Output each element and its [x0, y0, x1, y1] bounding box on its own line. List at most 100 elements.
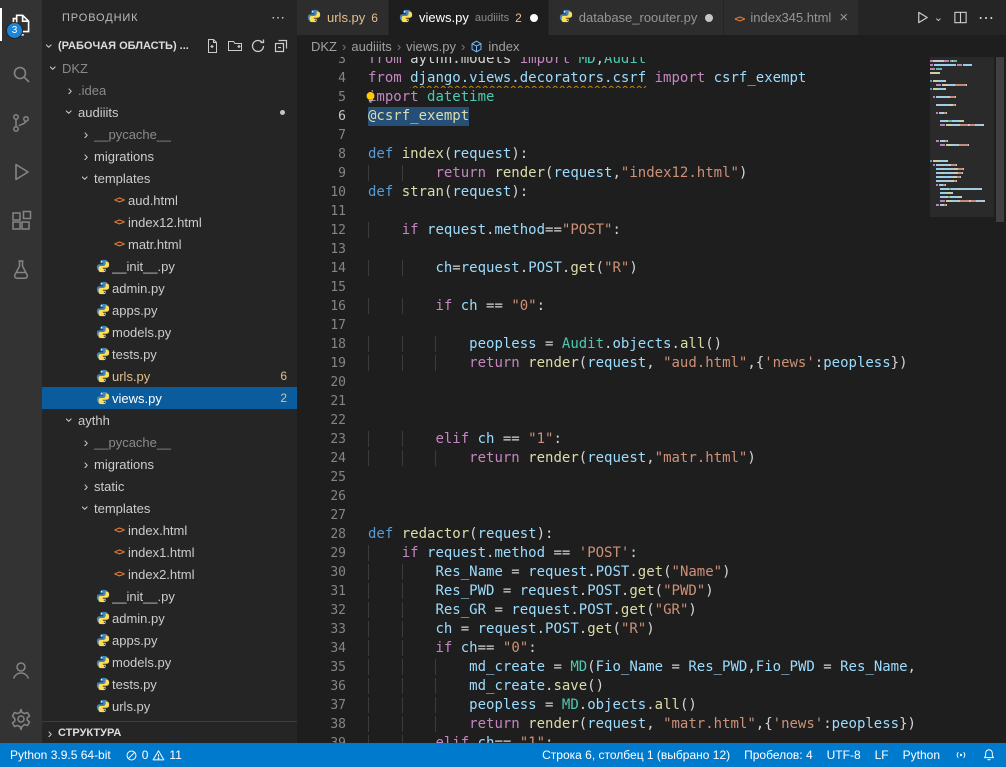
tree-item-apps.py[interactable]: apps.py [42, 629, 297, 651]
tree-item-__pycache__[interactable]: ›__pycache__ [42, 123, 297, 145]
tree-item-templates[interactable]: ›templates [42, 497, 297, 519]
activity-extensions-icon[interactable] [0, 196, 42, 245]
code-line[interactable]: 7 [297, 126, 930, 145]
code-editor[interactable]: 3from aythh.models import MD,Audit4from … [297, 57, 1006, 743]
new-file-icon[interactable] [204, 38, 220, 54]
code-line[interactable]: 20 [297, 373, 930, 392]
tree-item-urls.py[interactable]: urls.py6 [42, 365, 297, 387]
tree-item-audiiits[interactable]: ›audiiits [42, 101, 297, 123]
breadcrumb-item[interactable]: index [488, 39, 519, 54]
code-line[interactable]: 17 [297, 316, 930, 335]
code-line[interactable]: 4from django.views.decorators.csrf impor… [297, 69, 930, 88]
breadcrumb-item[interactable]: audiiits [351, 39, 391, 54]
outline-section-header[interactable]: › СТРУКТУРА [42, 721, 297, 743]
problems-summary[interactable]: 0 11 [125, 748, 182, 762]
tree-item-static[interactable]: ›static [42, 475, 297, 497]
tree-item-migrations[interactable]: ›migrations [42, 453, 297, 475]
tree-item-models.py[interactable]: models.py [42, 651, 297, 673]
tree-item-tests.py[interactable]: tests.py [42, 343, 297, 365]
tree-item-aythh[interactable]: ›aythh [42, 409, 297, 431]
code-line[interactable]: 5import datetime [297, 88, 930, 107]
run-dropdown-icon[interactable]: ⌄ [934, 11, 943, 24]
tree-item-index1.html[interactable]: <>index1.html [42, 541, 297, 563]
more-actions-icon[interactable]: ⋯ [271, 9, 285, 26]
code-line[interactable]: 37 peopless = MD.objects.all() [297, 696, 930, 715]
workspace-section-header[interactable]: › (РАБОЧАЯ ОБЛАСТЬ) ... [42, 35, 297, 57]
code-line[interactable]: 16 if ch == "0": [297, 297, 930, 316]
tree-item-DKZ[interactable]: ›DKZ [42, 57, 297, 79]
tree-item-views.py[interactable]: views.py2 [42, 387, 297, 409]
breadcrumb-item[interactable]: views.py [406, 39, 456, 54]
indentation-setting[interactable]: Пробелов: 4 [744, 748, 813, 762]
code-line[interactable]: 25 [297, 468, 930, 487]
collapse-all-icon[interactable] [273, 38, 289, 54]
code-line[interactable]: 35 md_create = MD(Fio_Name = Res_PWD,Fio… [297, 658, 930, 677]
code-line[interactable]: 9 return render(request,"index12.html") [297, 164, 930, 183]
tree-item-migrations[interactable]: ›migrations [42, 145, 297, 167]
code-line[interactable]: 31 Res_PWD = request.POST.get("PWD") [297, 582, 930, 601]
activity-source-control-icon[interactable] [0, 98, 42, 147]
tree-item-views.py[interactable]: views.py [42, 717, 297, 721]
code-line[interactable]: 12 if request.method=="POST": [297, 221, 930, 240]
code-line[interactable]: 6@csrf_exempt [297, 107, 930, 126]
tree-item-__init__.py[interactable]: __init__.py [42, 255, 297, 277]
code-line[interactable]: 19 return render(request, "aud.html",{'n… [297, 354, 930, 373]
code-line[interactable]: 24 return render(request,"matr.html") [297, 449, 930, 468]
code-line[interactable]: 21 [297, 392, 930, 411]
code-line[interactable]: 3from aythh.models import MD,Audit [297, 57, 930, 69]
tree-item-.idea[interactable]: ›.idea [42, 79, 297, 101]
code-line[interactable]: 28def redactor(request): [297, 525, 930, 544]
editor-scrollbar[interactable] [994, 57, 1006, 743]
tree-item-__init__.py[interactable]: __init__.py [42, 585, 297, 607]
code-line[interactable]: 13 [297, 240, 930, 259]
tree-item-matr.html[interactable]: <>matr.html [42, 233, 297, 255]
code-line[interactable]: 38 return render(request, "matr.html",{'… [297, 715, 930, 734]
tree-item-admin.py[interactable]: admin.py [42, 277, 297, 299]
code-line[interactable]: 27 [297, 506, 930, 525]
code-line[interactable]: 26 [297, 487, 930, 506]
code-line[interactable]: 34 if ch== "0": [297, 639, 930, 658]
tree-item-index12.html[interactable]: <>index12.html [42, 211, 297, 233]
code-line[interactable]: 10def stran(request): [297, 183, 930, 202]
code-line[interactable]: 8def index(request): [297, 145, 930, 164]
tree-item-admin.py[interactable]: admin.py [42, 607, 297, 629]
activity-testing-icon[interactable] [0, 245, 42, 294]
minimap-slider[interactable] [930, 57, 994, 217]
eol-setting[interactable]: LF [875, 748, 889, 762]
tree-item-aud.html[interactable]: <>aud.html [42, 189, 297, 211]
tree-item-__pycache__[interactable]: ›__pycache__ [42, 431, 297, 453]
activity-account-icon[interactable] [0, 645, 42, 694]
tree-item-apps.py[interactable]: apps.py [42, 299, 297, 321]
code-line[interactable]: 11 [297, 202, 930, 221]
code-line[interactable]: 14 ch=request.POST.get("R") [297, 259, 930, 278]
code-line[interactable]: 36 md_create.save() [297, 677, 930, 696]
tree-item-models.py[interactable]: models.py [42, 321, 297, 343]
activity-explorer-icon[interactable]: 3 [0, 0, 42, 49]
activity-run-debug-icon[interactable] [0, 147, 42, 196]
bell-icon[interactable] [982, 748, 996, 762]
tab-database_roouter.py[interactable]: database_roouter.py [549, 0, 725, 35]
tree-item-urls.py[interactable]: urls.py [42, 695, 297, 717]
tree-item-templates[interactable]: ›templates [42, 167, 297, 189]
code-line[interactable]: 22 [297, 411, 930, 430]
code-line[interactable]: 29 if request.method == 'POST': [297, 544, 930, 563]
scrollbar-thumb[interactable] [996, 57, 1004, 222]
code-line[interactable]: 32 Res_GR = request.POST.get("GR") [297, 601, 930, 620]
code-line[interactable]: 23 elif ch == "1": [297, 430, 930, 449]
run-button[interactable] [915, 10, 930, 25]
cursor-position[interactable]: Строка 6, столбец 1 (выбрано 12) [542, 748, 730, 762]
tree-item-index2.html[interactable]: <>index2.html [42, 563, 297, 585]
language-mode[interactable]: Python [903, 748, 940, 762]
code-line[interactable]: 15 [297, 278, 930, 297]
code-line[interactable]: 39 elif ch== "1": [297, 734, 930, 743]
split-editor-button[interactable] [953, 10, 968, 25]
activity-settings-icon[interactable] [0, 694, 42, 743]
tree-item-index.html[interactable]: <>index.html [42, 519, 297, 541]
code-line[interactable]: 18 peopless = Audit.objects.all() [297, 335, 930, 354]
more-actions-icon[interactable]: ⋯ [978, 8, 994, 28]
feedback-icon[interactable] [954, 748, 968, 762]
breadcrumb-item[interactable]: DKZ [311, 39, 337, 54]
refresh-icon[interactable] [250, 38, 266, 54]
close-icon[interactable]: × [839, 9, 848, 26]
code-line[interactable]: 30 Res_Name = request.POST.get("Name") [297, 563, 930, 582]
